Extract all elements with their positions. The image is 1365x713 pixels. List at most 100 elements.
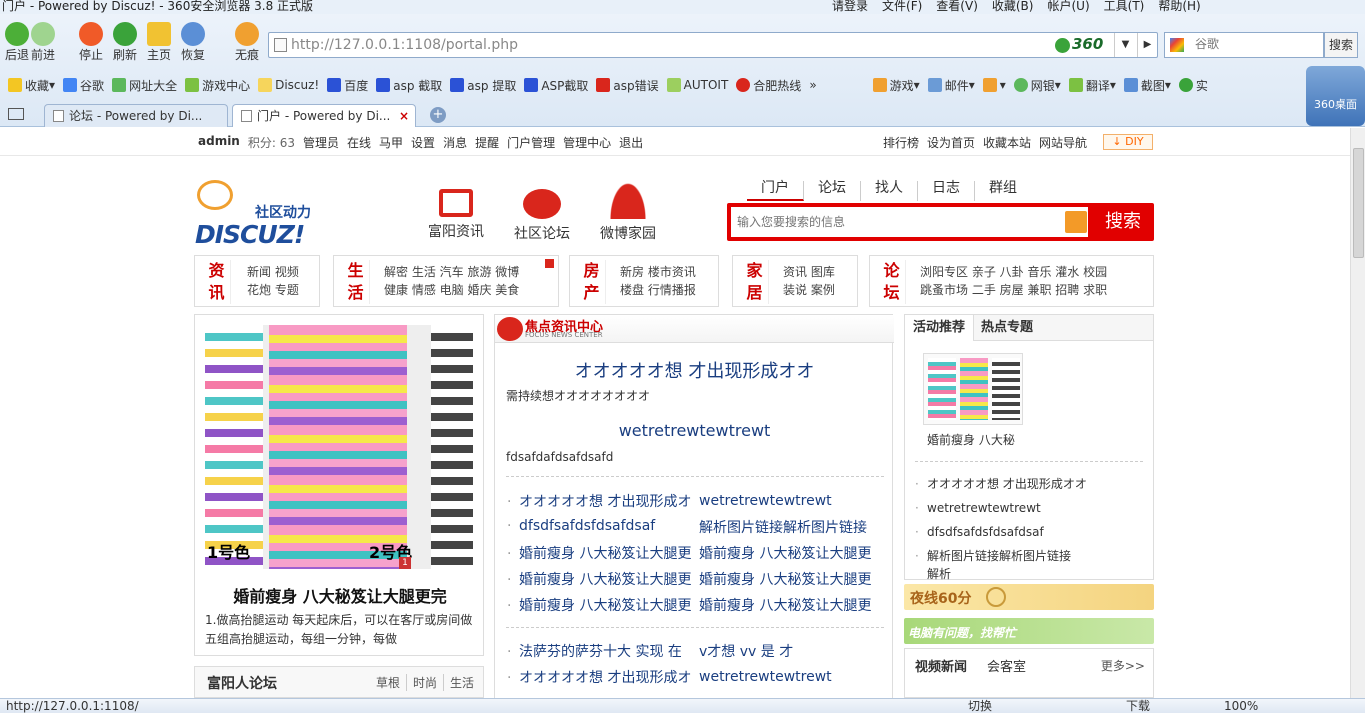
banner-night-60[interactable]: 夜线60分 xyxy=(904,584,1154,610)
fav-hefei[interactable]: 合肥热线 xyxy=(736,77,801,94)
site-search-button[interactable]: 搜索 xyxy=(1092,203,1154,241)
news-item[interactable]: · dfsdfsafdsfdsafdsaf xyxy=(507,518,695,534)
section-fuyang-news[interactable]: 富阳资讯 xyxy=(428,183,484,241)
menu-file[interactable]: 文件(F) xyxy=(882,0,922,12)
restore-button[interactable]: 恢复 xyxy=(176,18,210,62)
news-item[interactable]: · オオオオオ想 才出现形成オ xyxy=(507,491,695,511)
activity-item[interactable]: · wetretrewtewtrewt xyxy=(915,501,1041,515)
link-site-nav[interactable]: 网站导航 xyxy=(1039,134,1087,151)
section-community-forum[interactable]: 社区论坛 xyxy=(514,183,570,243)
sidebar-toggle-icon[interactable] xyxy=(8,108,24,120)
fav-games[interactable]: 游戏中心 xyxy=(185,77,250,94)
news-item[interactable]: · 法萨芬的萨芬十大 实现 在 xyxy=(507,641,695,661)
link-set-home[interactable]: 设为首页 xyxy=(927,134,975,151)
fav-discuz[interactable]: Discuz! xyxy=(258,78,319,92)
news-item[interactable]: 婚前瘦身 八大秘笈让大腿更 xyxy=(699,569,885,589)
home-button[interactable]: 主页 xyxy=(142,18,176,62)
tab-forum[interactable]: 论坛 - Powered by Di... xyxy=(44,104,228,127)
news-item[interactable]: 婚前瘦身 八大秘笈让大腿更 xyxy=(699,595,885,615)
fav-autoit[interactable]: AUTOIT xyxy=(666,78,728,92)
link-online[interactable]: 在线 xyxy=(347,134,371,151)
more-link[interactable]: 更多>> xyxy=(1101,657,1145,674)
slide-indicator[interactable]: 1 xyxy=(399,557,411,569)
status-zoom[interactable]: 100% xyxy=(1224,699,1258,713)
search-tab-forum[interactable]: 论坛 xyxy=(804,181,861,201)
status-download[interactable]: 下载 xyxy=(1126,699,1150,713)
news-item[interactable]: 解析图片链接解析图片链接 xyxy=(699,517,885,537)
activity-thumbnail[interactable] xyxy=(923,353,1023,425)
link-portal-admin[interactable]: 门户管理 xyxy=(507,134,555,151)
vertical-scrollbar[interactable] xyxy=(1350,128,1365,698)
news-item[interactable]: · 婚前瘦身 八大秘笈让大腿更 xyxy=(507,595,695,615)
activity-item[interactable]: · dfsdfsafdsfdsafdsaf xyxy=(915,525,1044,539)
fav-right-mail[interactable]: 邮件 ▾ xyxy=(927,77,975,94)
menu-account[interactable]: 帐户(U) xyxy=(1047,0,1089,12)
activity-item[interactable]: · オオオオオ想 才出现形成オオ xyxy=(915,475,1087,492)
left-forum-title[interactable]: 富阳人论坛 xyxy=(207,673,277,693)
fav-google[interactable]: 谷歌 xyxy=(63,77,104,94)
go-icon[interactable]: ▶ xyxy=(1137,33,1157,57)
menu-favorites[interactable]: 收藏(B) xyxy=(992,0,1034,12)
activity-item-wrap[interactable]: 解析 xyxy=(927,565,951,582)
url-dropdown-icon[interactable]: ▼ xyxy=(1114,33,1136,57)
incognito-button[interactable]: 无痕 xyxy=(230,18,264,62)
stop-button[interactable]: 停止 xyxy=(74,18,108,62)
fav-asp-extract[interactable]: asp 提取 xyxy=(450,77,516,94)
site-search-input[interactable] xyxy=(731,207,1064,237)
search-tab-people[interactable]: 找人 xyxy=(861,181,918,201)
tab-hot-topics[interactable]: 热点专题 xyxy=(973,315,1041,341)
link-logout[interactable]: 退出 xyxy=(619,134,643,151)
menu-view[interactable]: 查看(V) xyxy=(936,0,978,12)
fav-right-translate[interactable]: 翻译 ▾ xyxy=(1068,77,1116,94)
link-bookmark[interactable]: 收藏本站 xyxy=(983,134,1031,151)
site-logo[interactable]: 社区动力 DISCUZ! xyxy=(195,180,335,250)
feature-title[interactable]: 婚前瘦身 八大秘笈让大腿更完 xyxy=(195,583,485,607)
fav-asp-error[interactable]: asp错误 xyxy=(596,77,659,94)
activity-item[interactable]: · 解析图片链接解析图片链接 xyxy=(915,547,1071,564)
fav-hao[interactable]: 网址大全 xyxy=(112,77,177,94)
forum-tag-grassroots[interactable]: 草根 xyxy=(370,674,408,691)
menu-help[interactable]: 帮助(H) xyxy=(1158,0,1200,12)
fav-right-calendar[interactable]: ▾ xyxy=(982,78,1006,92)
address-bar[interactable]: 360 ▼ ▶ xyxy=(268,32,1158,58)
section-weibo[interactable]: 微博家园 xyxy=(600,183,656,243)
fav-right-bank[interactable]: 网银 ▾ xyxy=(1013,77,1061,94)
fav-right-screenshot[interactable]: 截图 ▾ xyxy=(1123,77,1171,94)
scrollbar-thumb[interactable] xyxy=(1353,148,1364,258)
search-tab-blog[interactable]: 日志 xyxy=(918,181,975,201)
fav-asp-cut[interactable]: asp 截取 xyxy=(376,77,442,94)
video-news-title[interactable]: 视频新闻 xyxy=(915,656,967,675)
close-tab-icon[interactable]: × xyxy=(399,105,409,127)
link-admin[interactable]: 管理员 xyxy=(303,134,339,151)
search-tab-portal[interactable]: 门户 xyxy=(747,181,804,201)
activity-caption[interactable]: 婚前瘦身 八大秘 xyxy=(927,431,1015,448)
news-item[interactable]: wetretrewtewtrewt xyxy=(699,669,885,685)
news-item[interactable]: · オオオオオ想 才出现形成オ xyxy=(507,667,695,687)
search-tab-group[interactable]: 群组 xyxy=(975,181,1031,201)
headline-2[interactable]: wetretrewtewtrewt xyxy=(495,421,894,440)
fav-collect[interactable]: 收藏 ▾ xyxy=(8,77,55,94)
link-messages[interactable]: 消息 xyxy=(443,134,467,151)
link-ranking[interactable]: 排行榜 xyxy=(883,134,919,151)
news-item[interactable]: wetretrewtewtrewt xyxy=(699,493,885,509)
fav-right-games[interactable]: 游戏 ▾ xyxy=(872,77,920,94)
fav-asp-cut2[interactable]: ASP截取 xyxy=(524,77,588,94)
menu-tools[interactable]: 工具(T) xyxy=(1104,0,1145,12)
forward-button[interactable]: 前进 xyxy=(26,18,60,62)
news-item[interactable]: v才想 vv 是 才 xyxy=(699,641,885,661)
banner-computer-help[interactable]: 电脑有问题，找帮忙 xyxy=(904,618,1154,644)
tab-activities[interactable]: 活动推荐 xyxy=(905,315,975,341)
url-input[interactable] xyxy=(291,36,991,54)
engine-search-input[interactable] xyxy=(1195,37,1315,51)
fav-right-more[interactable]: 实 xyxy=(1178,77,1208,94)
forum-tag-fashion[interactable]: 时尚 xyxy=(407,674,445,691)
score[interactable]: 积分: 63 xyxy=(248,134,295,151)
refresh-button[interactable]: 刷新 xyxy=(108,18,142,62)
link-admin-center[interactable]: 管理中心 xyxy=(563,134,611,151)
link-settings[interactable]: 设置 xyxy=(411,134,435,151)
status-switch[interactable]: 切换 xyxy=(968,699,992,713)
news-item[interactable]: 婚前瘦身 八大秘笈让大腿更 xyxy=(699,543,885,563)
forum-tag-life[interactable]: 生活 xyxy=(444,674,480,691)
engine-search-box[interactable] xyxy=(1164,32,1324,58)
link-vest[interactable]: 马甲 xyxy=(379,134,403,151)
